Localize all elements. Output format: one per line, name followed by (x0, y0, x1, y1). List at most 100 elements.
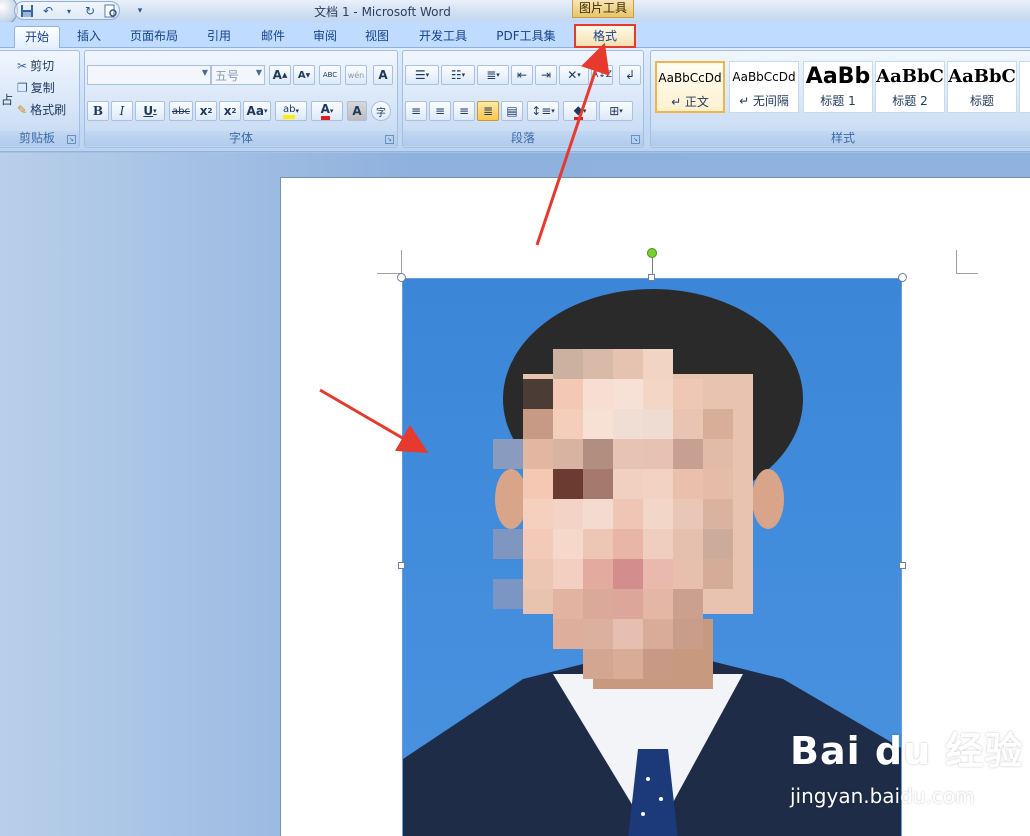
tab-references[interactable]: 引用 (198, 26, 240, 48)
resize-handle-top-right[interactable] (898, 273, 907, 282)
bold-button[interactable]: B (87, 101, 109, 121)
font-size-combo[interactable]: 五号 ▼ (211, 65, 265, 85)
tab-pdf-tools[interactable]: PDF工具集 (488, 26, 564, 48)
dialog-launcher-icon[interactable]: ↘ (67, 135, 76, 144)
underline-label: U (143, 104, 154, 118)
style-sample: AaBbC (876, 66, 944, 87)
change-case-button[interactable]: Aa ▾ (243, 101, 271, 121)
highlight-button[interactable]: ab ▾ (275, 101, 307, 121)
tab-insert[interactable]: 插入 (68, 26, 110, 48)
resize-handle-top[interactable] (648, 274, 655, 281)
cut-label: 剪切 (30, 59, 55, 73)
enclose-characters-button[interactable]: 字 (371, 101, 391, 121)
align-left-icon: ≡ (410, 104, 422, 118)
justify-button[interactable]: ≣ (477, 101, 499, 121)
shading-button[interactable]: ◆ ▾ (563, 101, 597, 121)
increase-indent-button[interactable]: ⇥ (535, 65, 557, 85)
format-painter-button[interactable]: ✎ 格式刷 (17, 101, 66, 118)
line-spacing-button[interactable]: ↕≡ ▾ (527, 101, 559, 121)
title-bar: ↶ ▾ ↻ ▾ 文档 1 - Microsoft Word 图片工具 (0, 0, 1030, 26)
resize-handle-right[interactable] (899, 562, 906, 569)
font-group: ▼ 五号 ▼ A ▲ A ▼ ABC wén A B I U ▾ abc x2 x2 … (84, 50, 398, 148)
paragraph-group: ☰ ▾ ☷ ▾ ≣ ▾ ⇤ ⇥ ✕ ▾ A↓Z ↲ ≡ ≡ ≡ ≣ ▤ ↕≡ ▾ ◆ ▾ ⊞… (402, 50, 644, 148)
subscript-button[interactable]: x2 (195, 101, 217, 121)
clipboard-group: 占 ✂ 剪切 ❐ 复制 ✎ 格式刷 剪贴板 ↘ (0, 50, 80, 148)
style-no-spacing[interactable]: AaBbCcDd ↵ 无间隔 (729, 61, 799, 113)
increase-indent-icon: ⇥ (540, 68, 552, 82)
style-name: 标题 1 (820, 94, 856, 108)
tab-view[interactable]: 视图 (356, 26, 398, 48)
italic-label: I (119, 104, 125, 118)
borders-button[interactable]: ⊞ ▾ (599, 101, 633, 121)
style-more[interactable] (1019, 61, 1030, 113)
align-right-button[interactable]: ≡ (453, 101, 475, 121)
paragraph-mark-icon: ↲ (624, 68, 636, 82)
resize-handle-left[interactable] (398, 562, 405, 569)
superscript-button[interactable]: x2 (219, 101, 241, 121)
multilevel-list-icon: ≣ (486, 68, 497, 82)
character-border-button[interactable]: A (373, 65, 393, 85)
margin-corner-mark (956, 250, 957, 274)
tab-review[interactable]: 审阅 (304, 26, 346, 48)
cut-button[interactable]: ✂ 剪切 (17, 57, 54, 74)
picture-tools-group-label: 图片工具 (572, 0, 634, 18)
copy-button[interactable]: ❐ 复制 (17, 79, 55, 96)
character-shading-button[interactable]: A (347, 101, 367, 121)
window-title: 文档 1 - Microsoft Word (314, 5, 451, 19)
tab-picture-format[interactable]: 格式 (574, 24, 636, 48)
strikethrough-button[interactable]: abc (169, 101, 193, 121)
numbering-button[interactable]: ☷ ▾ (441, 65, 475, 85)
style-sample: AaBbCcDd (732, 70, 796, 84)
style-name: ↵ 无间隔 (739, 94, 789, 108)
enclose-characters-label: 字 (376, 107, 386, 119)
style-heading-1[interactable]: AaBb 标题 1 (803, 61, 873, 113)
rotate-handle[interactable] (647, 248, 657, 258)
style-sample: AaBbCcDd (658, 71, 722, 85)
align-center-button[interactable]: ≡ (429, 101, 451, 121)
style-sample: AaBb (805, 64, 871, 89)
baidu-jingyan-watermark: Bai du 经验 jingyan.baidu.com (790, 720, 1023, 808)
decrease-indent-button[interactable]: ⇤ (511, 65, 533, 85)
tab-page-layout[interactable]: 页面布局 (122, 26, 186, 48)
paste-label[interactable]: 占 (1, 91, 13, 108)
copy-icon: ❐ (17, 80, 28, 95)
align-left-button[interactable]: ≡ (405, 101, 427, 121)
tab-home[interactable]: 开始 (14, 26, 60, 48)
italic-button[interactable]: I (111, 101, 133, 121)
phonetic-guide-label: wén (347, 70, 365, 80)
scissors-icon: ✂ (17, 58, 28, 73)
shrink-font-label: A (297, 69, 306, 81)
numbering-icon: ☷ (450, 68, 462, 82)
distributed-button[interactable]: ▤ (501, 101, 523, 121)
character-shading-label: A (352, 104, 362, 118)
style-normal[interactable]: AaBbCcDd ↵ 正文 (655, 61, 725, 113)
font-name-combo[interactable]: ▼ (87, 65, 211, 85)
grow-font-button[interactable]: A ▲ (269, 65, 291, 85)
style-heading-2[interactable]: AaBbC 标题 2 (875, 61, 945, 113)
styles-group: AaBbCcDd ↵ 正文 AaBbCcDd ↵ 无间隔 AaBb 标题 1 A… (650, 50, 1030, 148)
align-right-icon: ≡ (458, 104, 470, 118)
clear-formatting-label: ABC (322, 71, 338, 79)
dialog-launcher-icon[interactable]: ↘ (385, 135, 394, 144)
sort-button[interactable]: A↓Z (591, 65, 613, 85)
style-sample: AaBbC (948, 66, 1016, 87)
underline-button[interactable]: U ▾ (135, 101, 165, 121)
tab-developer[interactable]: 开发工具 (410, 26, 476, 48)
distributed-icon: ▤ (506, 104, 518, 118)
align-center-icon: ≡ (434, 104, 446, 118)
bullets-button[interactable]: ☰ ▾ (405, 65, 439, 85)
styles-group-label: 样式 (651, 131, 1030, 146)
borders-icon: ⊞ (609, 104, 620, 118)
resize-handle-top-left[interactable] (397, 273, 406, 282)
shrink-font-button[interactable]: A ▼ (293, 65, 315, 85)
dialog-launcher-icon[interactable]: ↘ (631, 135, 640, 144)
chinese-layout-button[interactable]: ✕ ▾ (559, 65, 589, 85)
multilevel-list-button[interactable]: ≣ ▾ (477, 65, 509, 85)
tab-mailings[interactable]: 邮件 (252, 26, 294, 48)
show-hide-marks-button[interactable]: ↲ (619, 65, 641, 85)
clear-formatting-button[interactable]: ABC (319, 65, 341, 85)
subscript-label: x (199, 104, 208, 118)
style-title[interactable]: AaBbC 标题 (947, 61, 1017, 113)
font-color-button[interactable]: A ▾ (311, 101, 343, 121)
phonetic-guide-button[interactable]: wén (345, 65, 367, 85)
